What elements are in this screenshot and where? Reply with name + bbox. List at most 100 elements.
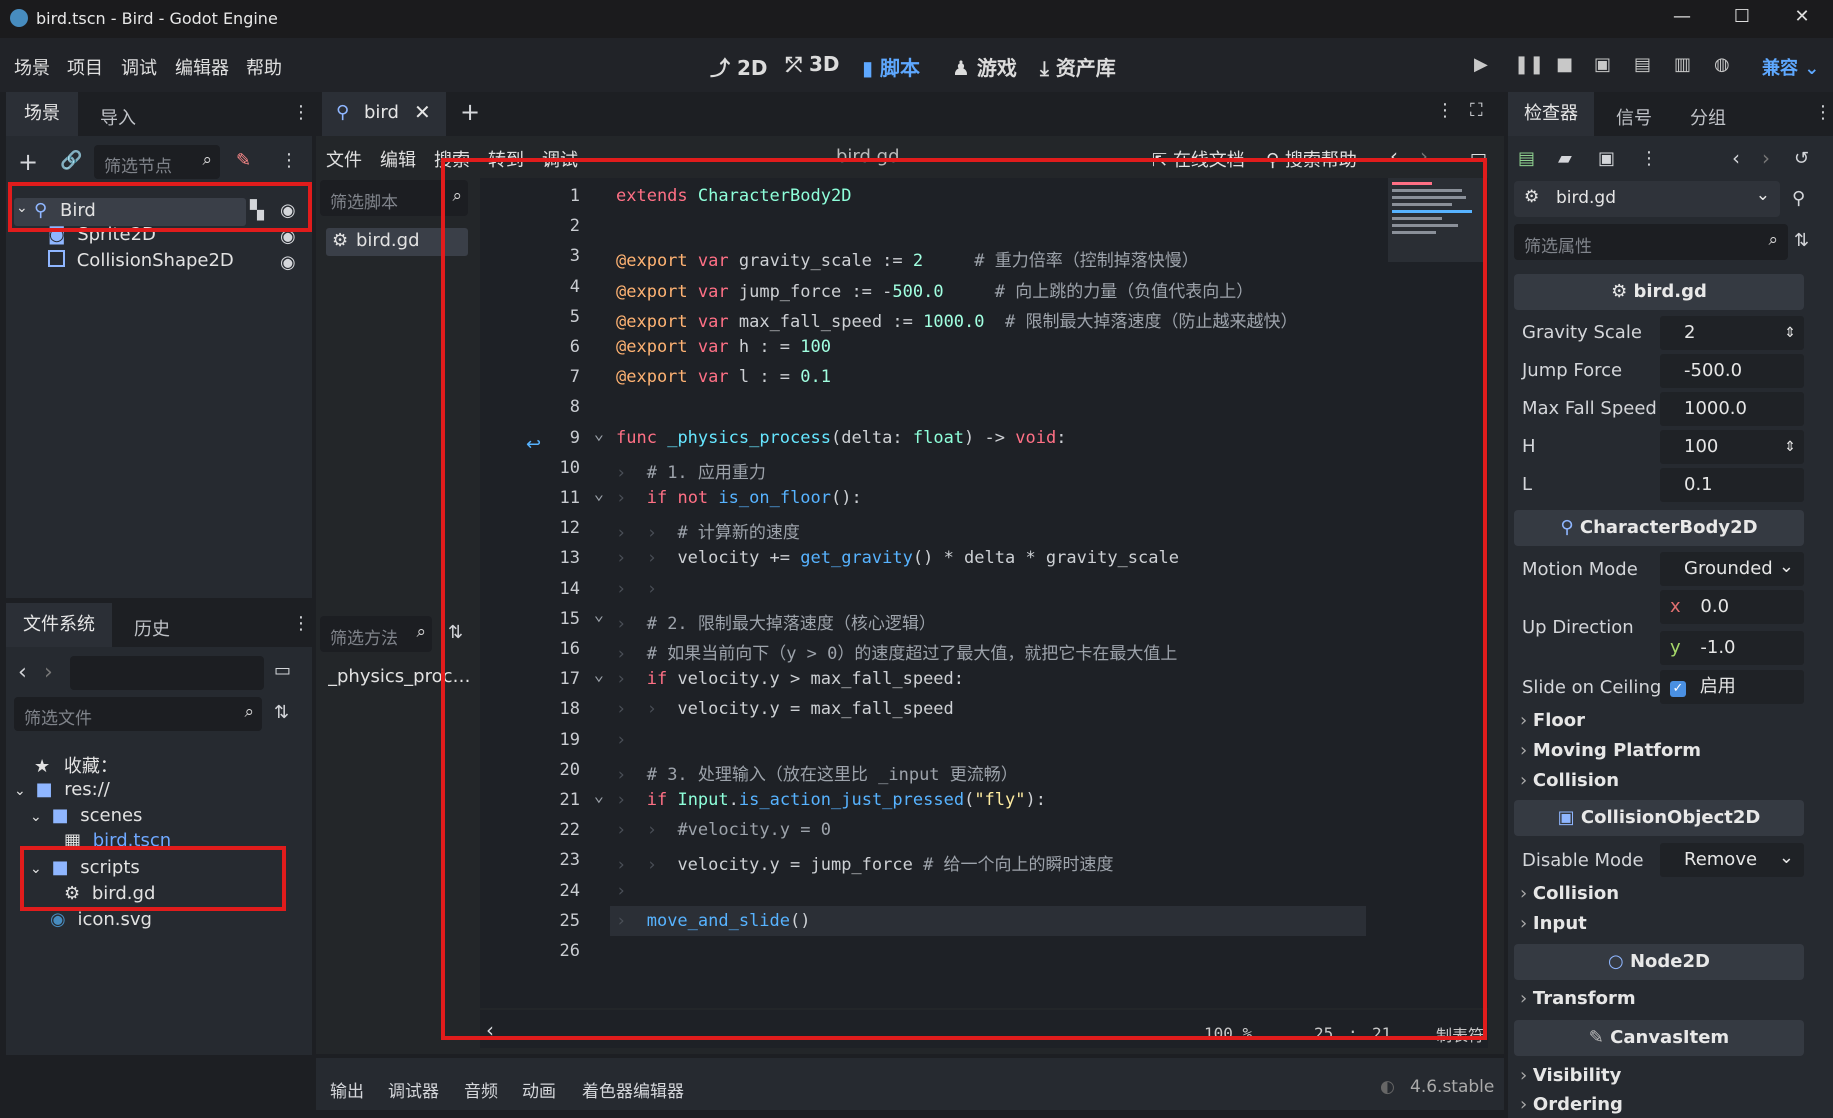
inspector-tabs: 检查器 信号 分组 ⋮ bbox=[1508, 92, 1833, 136]
prop-max-fall-speed[interactable]: 1000.0 bbox=[1660, 392, 1804, 426]
play-scene-icon[interactable]: ▤ bbox=[1634, 54, 1651, 75]
prop-l[interactable]: 0.1 bbox=[1660, 468, 1804, 502]
dock-menu-icon[interactable]: ⋮ bbox=[1814, 102, 1832, 123]
menu-debug[interactable]: 调试 bbox=[121, 54, 157, 80]
add-tab-icon[interactable]: + bbox=[460, 98, 480, 126]
play-custom-scene-icon[interactable]: ▥ bbox=[1674, 54, 1691, 75]
attach-script-icon[interactable]: ✎ bbox=[236, 150, 251, 171]
link-icon[interactable]: 🔗 bbox=[60, 150, 82, 171]
tab-animation[interactable]: 动画 bbox=[522, 1077, 556, 1102]
workspace-game[interactable]: ♟ 游戏 bbox=[952, 52, 1017, 81]
slide-on-ceiling-checkbox[interactable]: ✓ 启用 bbox=[1660, 670, 1804, 704]
sort-icon[interactable]: ⇅ bbox=[274, 702, 289, 723]
history-forward-icon[interactable]: › bbox=[1762, 146, 1770, 170]
editor-menu-icon[interactable]: ⋮ bbox=[1436, 100, 1454, 121]
section-canvasitem[interactable]: ✎ CanvasItem bbox=[1514, 1020, 1804, 1056]
script-menu-edit[interactable]: 编辑 bbox=[380, 146, 416, 172]
close-window-button[interactable]: ✕ bbox=[1782, 6, 1822, 32]
tab-scene[interactable]: 场景 bbox=[6, 92, 78, 136]
forward-icon[interactable]: › bbox=[44, 660, 53, 685]
favorites-item[interactable]: ★ 收藏： bbox=[34, 752, 118, 778]
menu-project[interactable]: 项目 bbox=[67, 54, 103, 80]
tab-output[interactable]: 输出 bbox=[330, 1077, 364, 1102]
open-resource-icon[interactable]: ▰ bbox=[1558, 148, 1572, 169]
workspace-script[interactable]: ▮ 脚本 bbox=[862, 52, 920, 81]
tab-filesystem[interactable]: 文件系统 bbox=[6, 603, 112, 647]
split-view-icon[interactable]: ▭ bbox=[274, 660, 291, 681]
history-back-icon[interactable]: ‹ bbox=[1732, 146, 1740, 170]
tree-node-collisionshape2d[interactable]: CollisionShape2D bbox=[48, 250, 234, 271]
path-field[interactable] bbox=[70, 656, 264, 690]
dock-menu-icon[interactable]: ⋮ bbox=[292, 613, 310, 634]
tab-signals[interactable]: 信号 bbox=[1616, 104, 1652, 130]
menu-help[interactable]: 帮助 bbox=[246, 54, 282, 80]
add-node-icon[interactable]: + bbox=[18, 148, 38, 176]
section-collisionobject2d[interactable]: ▣ CollisionObject2D bbox=[1514, 800, 1804, 836]
play-icon[interactable]: ▶ bbox=[1474, 54, 1488, 75]
group-floor[interactable]: › Floor bbox=[1520, 710, 1585, 731]
group-collision-object[interactable]: › Collision bbox=[1520, 883, 1619, 904]
version-label[interactable]: 4.6.stable bbox=[1410, 1077, 1494, 1097]
group-collision[interactable]: › Collision bbox=[1520, 770, 1619, 791]
menu-scene[interactable]: 场景 bbox=[14, 54, 50, 80]
scene-menu-icon[interactable]: ⋮ bbox=[280, 150, 298, 171]
fullscreen-icon[interactable]: ⛶ bbox=[1470, 100, 1483, 121]
group-ordering[interactable]: › Ordering bbox=[1520, 1094, 1623, 1115]
menu-editor[interactable]: 编辑器 bbox=[175, 54, 229, 80]
inspector-options-icon[interactable]: ⇅ bbox=[1794, 230, 1809, 251]
prop-h[interactable]: 100 ⇕ bbox=[1660, 430, 1804, 464]
group-input[interactable]: › Input bbox=[1520, 913, 1587, 934]
stop-icon[interactable]: ■ bbox=[1556, 54, 1573, 75]
new-resource-icon[interactable]: ▤ bbox=[1518, 148, 1535, 169]
object-properties-icon[interactable]: ⚲ bbox=[1792, 188, 1805, 209]
up-direction-y[interactable]: y -1.0 bbox=[1660, 631, 1804, 665]
file-icon-svg[interactable]: ◉ icon.svg bbox=[50, 909, 152, 930]
group-visibility[interactable]: › Visibility bbox=[1520, 1065, 1621, 1086]
group-moving-platform[interactable]: › Moving Platform bbox=[1520, 740, 1701, 761]
chevron-down-icon: ⌄ bbox=[1778, 847, 1794, 868]
folder-scenes[interactable]: ⌄ ■ scenes bbox=[30, 805, 142, 826]
file-filter-input[interactable]: 筛选文件 ⌕ bbox=[14, 697, 262, 731]
spin-arrows-icon[interactable]: ⇕ bbox=[1784, 430, 1796, 464]
motion-mode-select[interactable]: Grounded ⌄ bbox=[1660, 552, 1804, 586]
close-tab-icon[interactable]: ✕ bbox=[414, 100, 431, 124]
section-node2d[interactable]: ○ Node2D bbox=[1514, 944, 1804, 980]
up-direction-x[interactable]: x 0.0 bbox=[1660, 590, 1804, 624]
resource-select[interactable]: ⚙ bird.gd ⌄ bbox=[1514, 181, 1780, 217]
prop-gravity-scale[interactable]: 2 ⇕ bbox=[1660, 316, 1804, 350]
back-icon[interactable]: ‹ bbox=[18, 660, 27, 685]
save-resource-icon[interactable]: ▣ bbox=[1598, 148, 1615, 169]
tab-debugger[interactable]: 调试器 bbox=[388, 1077, 439, 1102]
section-characterbody2d[interactable]: ⚲ CharacterBody2D bbox=[1514, 510, 1804, 546]
group-transform[interactable]: › Transform bbox=[1520, 988, 1636, 1009]
remote-debug-icon[interactable]: ▣ bbox=[1594, 54, 1611, 75]
history-icon[interactable]: ↺ bbox=[1794, 148, 1809, 169]
dock-menu-icon[interactable]: ⋮ bbox=[292, 102, 310, 123]
tab-groups[interactable]: 分组 bbox=[1690, 104, 1726, 130]
tab-shader-editor[interactable]: 着色器编辑器 bbox=[582, 1077, 684, 1102]
movie-maker-icon[interactable]: ◍ bbox=[1714, 54, 1730, 75]
folder-res[interactable]: ⌄ ■ res:// bbox=[14, 779, 110, 800]
disable-mode-select[interactable]: Remove ⌄ bbox=[1660, 843, 1804, 877]
workspace-3d[interactable]: ⤱ 3D bbox=[786, 52, 840, 76]
minimize-button[interactable]: — bbox=[1662, 6, 1702, 32]
workspace-assetlib[interactable]: ⤓ 资产库 bbox=[1040, 52, 1116, 81]
workspace-2d[interactable]: ⤴ 2D bbox=[710, 52, 768, 81]
section-script[interactable]: ⚙ bird.gd bbox=[1514, 274, 1804, 310]
method-filter-input[interactable]: 筛选方法 ⌕ bbox=[320, 616, 432, 652]
renderer-select[interactable]: 兼容 ⌄ bbox=[1762, 54, 1819, 80]
visibility-eye-icon[interactable]: ◉ bbox=[280, 252, 296, 273]
scene-filter-input[interactable]: 筛选节点 ⌕ bbox=[94, 145, 220, 179]
tab-audio[interactable]: 音频 bbox=[464, 1077, 498, 1102]
spin-arrows-icon[interactable]: ⇕ bbox=[1784, 316, 1796, 350]
property-filter-input[interactable]: 筛选属性 ⌕ bbox=[1514, 224, 1788, 260]
tab-history[interactable]: 历史 bbox=[134, 615, 170, 641]
tab-inspector[interactable]: 检查器 bbox=[1508, 92, 1594, 136]
pause-icon[interactable]: ❚❚ bbox=[1514, 54, 1544, 75]
script-menu-file[interactable]: 文件 bbox=[326, 146, 362, 172]
maximize-button[interactable]: ☐ bbox=[1722, 6, 1762, 32]
resource-menu-icon[interactable]: ⋮ bbox=[1640, 148, 1658, 169]
prop-jump-force[interactable]: -500.0 bbox=[1660, 354, 1804, 388]
tab-bird-scene[interactable]: ⚲ bird ✕ bbox=[322, 92, 446, 136]
tab-import[interactable]: 导入 bbox=[100, 104, 136, 130]
